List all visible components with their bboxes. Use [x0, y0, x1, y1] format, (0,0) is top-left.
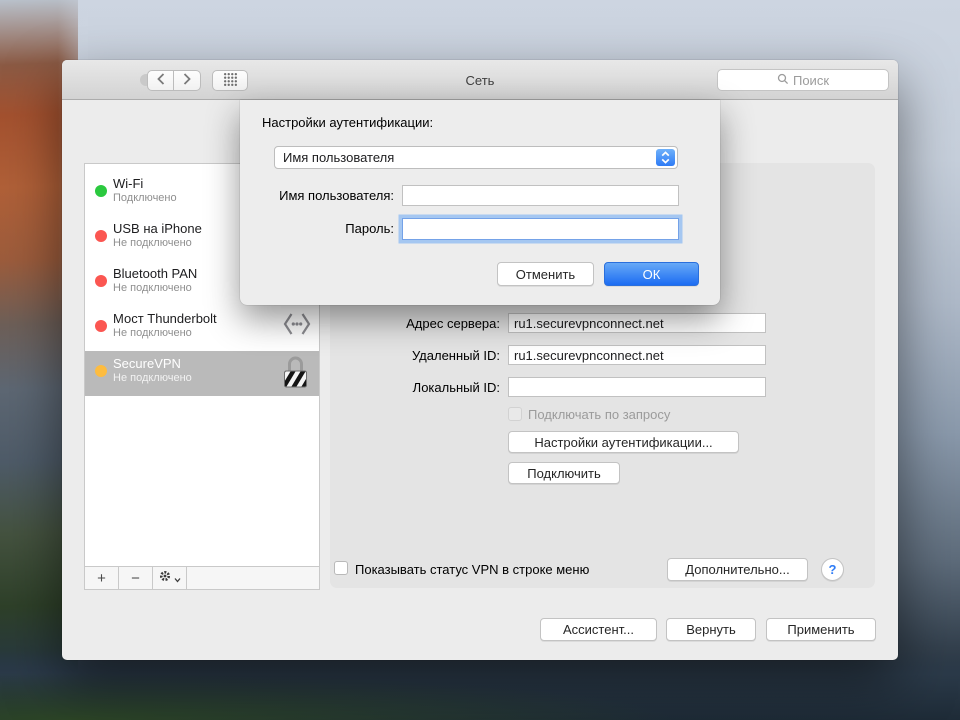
status-dot-green [95, 185, 107, 197]
wallpaper-valley [0, 650, 960, 720]
network-preferences-window: Сеть Поиск Wi-Fi Подключено USB на [62, 60, 898, 660]
show-vpn-status-label: Показывать статус VPN в строке меню [355, 562, 589, 577]
local-id-label: Локальный ID: [342, 380, 500, 395]
minus-icon: − [131, 570, 140, 587]
auth-settings-button[interactable]: Настройки аутентификации... [508, 431, 739, 453]
connect-button-label: Подключить [527, 466, 601, 481]
question-mark-icon: ? [829, 562, 837, 577]
item-status: Не подключено [113, 237, 192, 249]
auth-method-dropdown[interactable]: Имя пользователя [274, 146, 678, 169]
desktop-wallpaper: Сеть Поиск Wi-Fi Подключено USB на [0, 0, 960, 720]
help-button[interactable]: ? [821, 558, 844, 581]
add-interface-button[interactable]: + [85, 567, 119, 589]
item-name: Мост Thunderbolt [113, 311, 217, 326]
authentication-sheet: Настройки аутентификации: Имя пользовате… [240, 100, 720, 305]
connect-on-demand-checkbox[interactable] [508, 407, 522, 421]
item-name: USB на iPhone [113, 221, 202, 236]
cancel-button-label: Отменить [516, 267, 575, 282]
item-name: Bluetooth PAN [113, 266, 197, 281]
dropdown-stepper-icon [656, 149, 675, 166]
show-vpn-status-checkbox[interactable] [334, 561, 348, 575]
password-field[interactable] [402, 218, 679, 240]
remote-id-field[interactable] [508, 345, 766, 365]
advanced-button[interactable]: Дополнительно... [667, 558, 808, 581]
list-footer-bar: + − [85, 566, 319, 589]
username-field[interactable] [402, 185, 679, 206]
chevron-down-icon [174, 570, 181, 587]
apply-button-label: Применить [787, 622, 854, 637]
item-status: Не подключено [113, 372, 192, 384]
connect-on-demand-label: Подключать по запросу [528, 407, 670, 422]
remote-id-label: Удаленный ID: [342, 348, 500, 363]
advanced-button-label: Дополнительно... [685, 562, 789, 577]
search-placeholder: Поиск [793, 73, 829, 88]
assistant-button[interactable]: Ассистент... [540, 618, 657, 641]
sheet-heading: Настройки аутентификации: [262, 115, 433, 130]
item-status: Не подключено [113, 282, 192, 294]
titlebar: Сеть Поиск [62, 60, 898, 100]
auth-method-value: Имя пользователя [283, 150, 394, 165]
local-id-field[interactable] [508, 377, 766, 397]
ok-button-label: ОК [643, 267, 661, 282]
apply-button[interactable]: Применить [766, 618, 876, 641]
item-name: Wi-Fi [113, 176, 143, 191]
status-dot-red [95, 230, 107, 242]
item-name: SecureVPN [113, 356, 181, 371]
ok-button[interactable]: ОК [604, 262, 699, 286]
thunderbolt-bridge-icon [282, 311, 312, 340]
item-status: Не подключено [113, 327, 192, 339]
status-dot-red [95, 320, 107, 332]
username-label: Имя пользователя: [254, 188, 394, 203]
search-icon [777, 73, 789, 88]
server-address-field[interactable] [508, 313, 766, 333]
item-status: Подключено [113, 192, 177, 204]
assistant-button-label: Ассистент... [563, 622, 634, 637]
cancel-button[interactable]: Отменить [497, 262, 594, 286]
connect-button[interactable]: Подключить [508, 462, 620, 484]
revert-button-label: Вернуть [686, 622, 736, 637]
status-dot-yellow [95, 365, 107, 377]
vpn-lock-icon [282, 355, 309, 394]
revert-button[interactable]: Вернуть [666, 618, 756, 641]
list-item-thunderbolt-bridge[interactable]: Мост Thunderbolt Не подключено [85, 306, 319, 351]
server-address-label: Адрес сервера: [342, 316, 500, 331]
remove-interface-button[interactable]: − [119, 567, 153, 589]
password-label: Пароль: [254, 221, 394, 236]
gear-icon [158, 569, 172, 587]
plus-icon: + [97, 570, 106, 587]
auth-settings-button-label: Настройки аутентификации... [534, 435, 712, 450]
search-input[interactable]: Поиск [717, 69, 889, 91]
list-item-securevpn[interactable]: SecureVPN Не подключено [85, 351, 319, 396]
status-dot-red [95, 275, 107, 287]
action-menu-button[interactable] [153, 567, 187, 589]
